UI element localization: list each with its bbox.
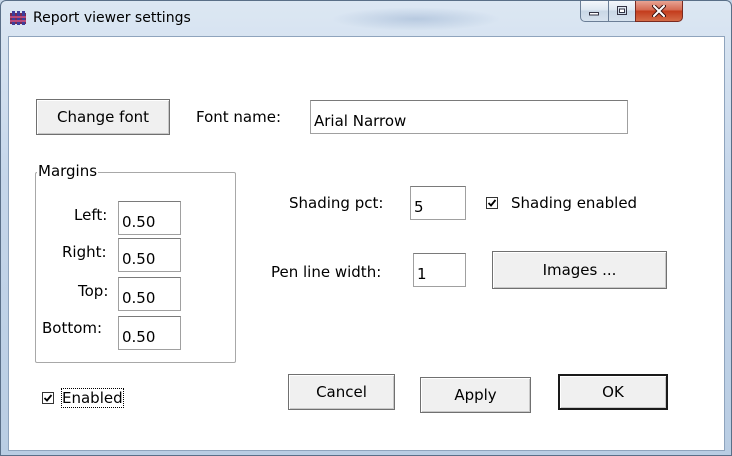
window-title: Report viewer settings (33, 10, 191, 26)
apply-button-label: Apply (454, 386, 497, 404)
margin-right-label: Right: (62, 243, 107, 261)
margin-left-label: Left: (74, 206, 108, 224)
title-bar[interactable]: Report viewer settings (1, 1, 731, 35)
margin-bottom-label: Bottom: (42, 319, 103, 337)
margin-bottom-input[interactable] (118, 316, 181, 350)
margin-left-input[interactable] (118, 201, 181, 235)
margin-right-input[interactable] (118, 238, 181, 272)
checkmark-icon (43, 394, 53, 402)
margins-group-title: Margins (37, 162, 99, 180)
minimize-icon (589, 11, 599, 15)
pen-line-width-input[interactable] (413, 253, 466, 287)
change-font-button[interactable]: Change font (36, 99, 170, 135)
shading-pct-label: Shading pct: (289, 194, 384, 212)
ok-button-label: OK (602, 383, 624, 401)
title-bar-background-blur (331, 7, 501, 31)
close-button[interactable] (635, 1, 683, 22)
pen-line-width-label: Pen line width: (271, 263, 382, 281)
maximize-button[interactable] (608, 1, 636, 22)
change-font-label: Change font (56, 108, 150, 126)
shading-enabled-label[interactable]: Shading enabled (511, 194, 637, 212)
settings-window: Report viewer settings Change font Font … (0, 0, 732, 456)
shading-enabled-checkbox[interactable] (486, 197, 498, 209)
images-button-label: Images ... (542, 261, 617, 279)
close-icon (652, 5, 666, 17)
cancel-button[interactable]: Cancel (288, 374, 395, 410)
enabled-checkbox[interactable] (42, 392, 54, 404)
margin-top-input[interactable] (118, 277, 181, 311)
margin-top-label: Top: (78, 282, 109, 300)
maximize-icon (616, 6, 627, 15)
font-name-input[interactable] (310, 100, 628, 134)
ok-button[interactable]: OK (558, 374, 668, 410)
minimize-button[interactable] (580, 1, 609, 22)
shading-pct-input[interactable] (410, 186, 466, 220)
dialog-client-area: Change font Font name: Margins Left: Rig… (8, 36, 725, 451)
apply-button[interactable]: Apply (420, 377, 531, 413)
app-icon (10, 11, 26, 25)
checkmark-icon (487, 199, 497, 207)
enabled-label[interactable]: Enabled (61, 388, 124, 408)
cancel-button-label: Cancel (316, 383, 367, 401)
images-button[interactable]: Images ... (492, 251, 667, 289)
font-name-label: Font name: (196, 108, 282, 126)
